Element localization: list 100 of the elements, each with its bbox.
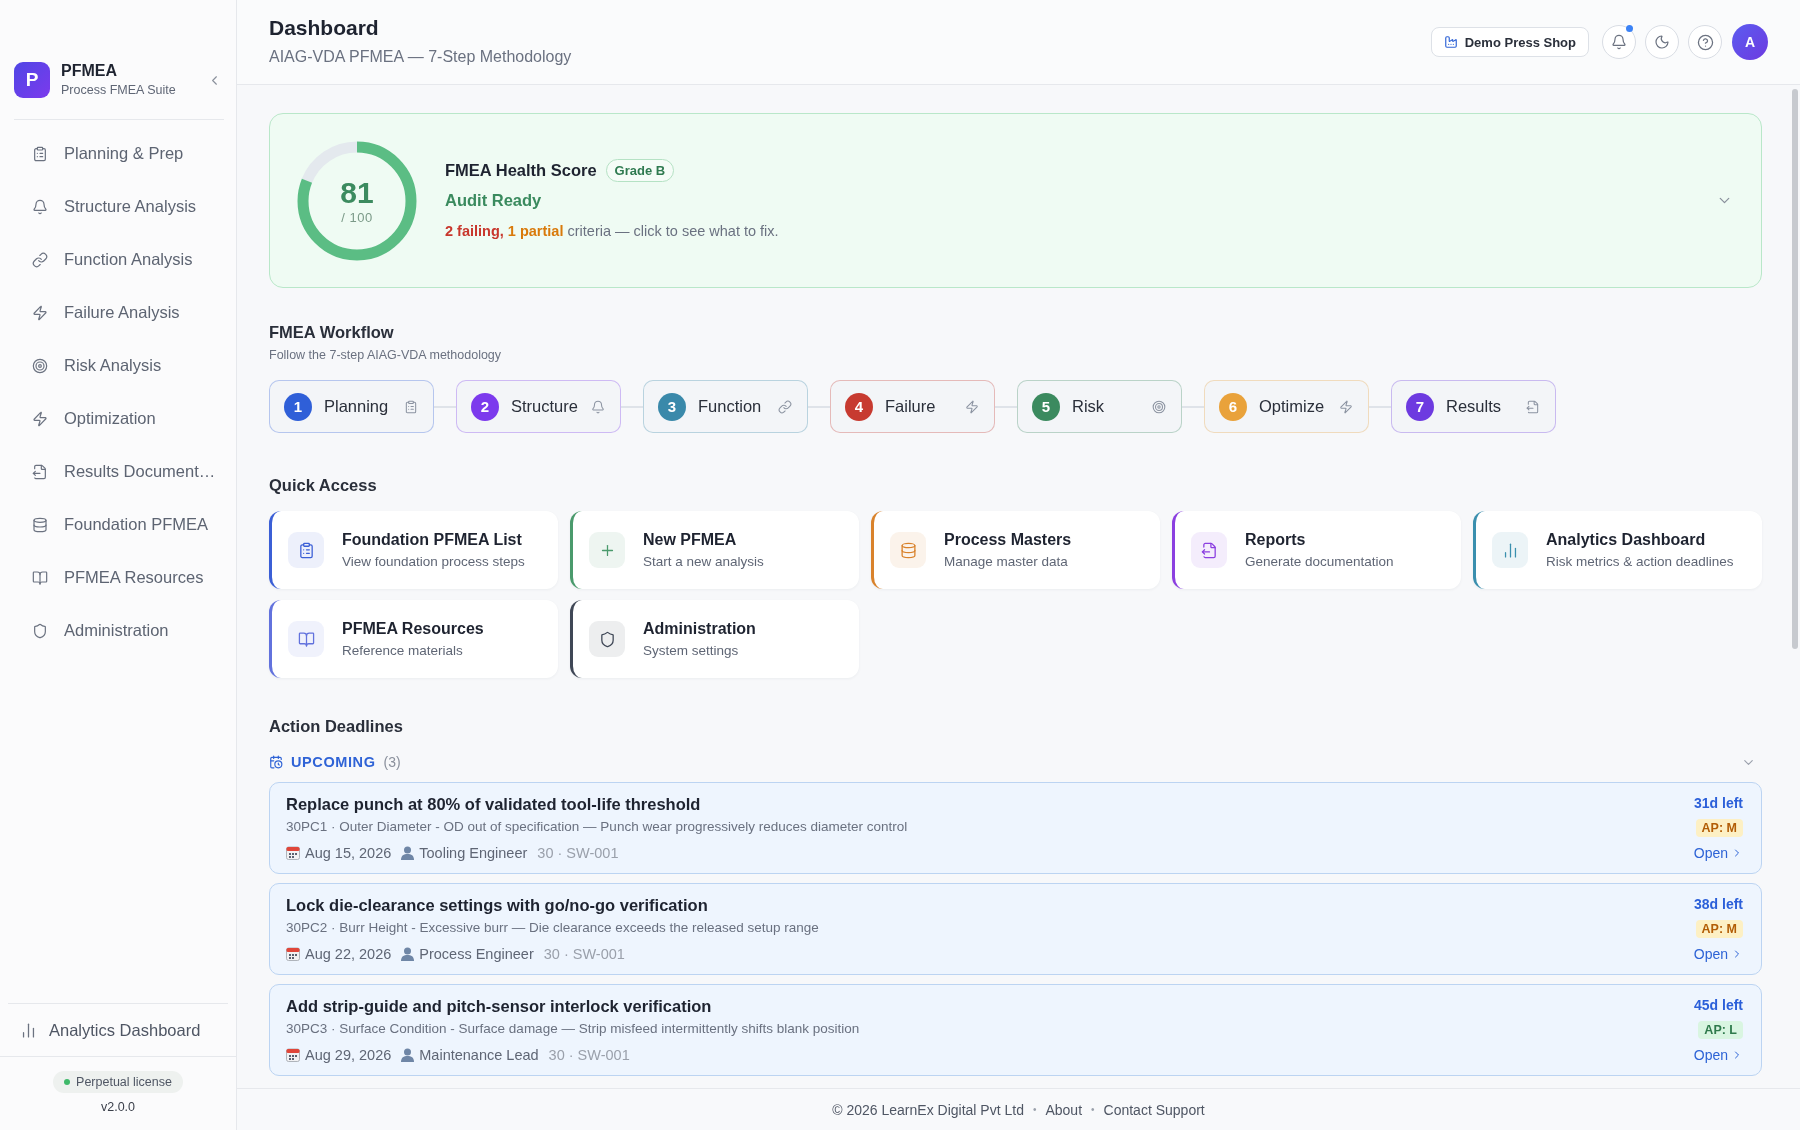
sidebar-item[interactable]: Risk Analysis <box>8 339 228 392</box>
step-number: 6 <box>1219 392 1247 421</box>
sidebar-item[interactable]: Foundation PFMEA <box>8 498 228 551</box>
sidebar-item[interactable]: PFMEA Resources <box>8 551 228 604</box>
separator: • <box>1091 1104 1095 1115</box>
reference-code: 30 · SW-001 <box>537 845 619 861</box>
theme-toggle-button[interactable] <box>1645 25 1679 59</box>
workflow-step[interactable]: 3 Function <box>643 380 808 433</box>
days-left: 45d left <box>1694 996 1743 1015</box>
quick-access-card[interactable]: Reports Generate documentation <box>1172 511 1461 589</box>
license-label: Perpetual license <box>76 1075 172 1089</box>
step-number: 7 <box>1406 392 1434 421</box>
notifications-button[interactable] <box>1602 25 1636 59</box>
bell-icon <box>32 198 48 215</box>
lightning-icon <box>32 304 48 321</box>
footer-link[interactable]: About <box>1045 1101 1083 1118</box>
due-date: Aug 22, 2026 <box>305 946 392 962</box>
sidebar-item[interactable]: Optimization <box>8 392 228 445</box>
quick-access-card[interactable]: Process Masters Manage master data <box>871 511 1160 589</box>
sidebar-item[interactable]: Function Analysis <box>8 233 228 286</box>
card-title: Foundation PFMEA List <box>342 531 523 549</box>
workflow-step[interactable]: 1 Planning <box>269 380 434 433</box>
shield-icon <box>32 622 48 639</box>
file-arrow-icon <box>32 463 48 480</box>
step-number: 3 <box>658 392 686 421</box>
sidebar-item[interactable]: Failure Analysis <box>8 286 228 339</box>
scrollbar[interactable] <box>1792 89 1798 649</box>
plant-selector-button[interactable]: Demo Press Shop <box>1430 27 1589 57</box>
clipboard-icon <box>297 541 315 559</box>
section-subtitle: Follow the 7-step AIAG-VDA methodology <box>269 347 502 364</box>
section-title: Action Deadlines <box>269 716 404 737</box>
person-icon <box>401 947 415 961</box>
sidebar-item[interactable]: Administration <box>8 604 228 657</box>
grade-pill: Grade B <box>605 159 675 182</box>
score-ring-remainder <box>301 141 358 183</box>
workflow-step[interactable]: 4 Failure <box>830 380 995 433</box>
sidebar-item[interactable]: Analytics Dashboard <box>8 1003 228 1056</box>
user-avatar[interactable]: A <box>1732 24 1768 60</box>
help-button[interactable] <box>1688 25 1722 59</box>
sidebar-item[interactable]: Structure Analysis <box>8 180 228 233</box>
card-description: View foundation process steps <box>342 554 525 569</box>
owner-name: Tooling Engineer <box>419 845 528 861</box>
link-icon <box>778 399 792 414</box>
card-title: PFMEA Resources <box>342 620 484 638</box>
action-priority-badge: AP: M <box>1695 920 1743 938</box>
workflow-step[interactable]: 7 Results <box>1391 380 1556 433</box>
step-number: 2 <box>471 392 499 421</box>
copyright-text: © 2026 LearnEx Digital Pvt Ltd <box>832 1101 1024 1118</box>
score-maximum: / 100 <box>341 209 373 226</box>
sidebar-item[interactable]: Results Document… <box>8 445 228 498</box>
open-link[interactable]: Open <box>1693 1045 1743 1065</box>
due-date: Aug 15, 2026 <box>305 845 392 861</box>
action-detail: 30PC3 · Surface Condition - Surface damage — Strip misfeed intermittently shifts blank position <box>286 1020 861 1038</box>
owner-name: Process Engineer <box>419 946 534 962</box>
app-logo: P <box>14 62 50 98</box>
days-left: 31d left <box>1694 794 1743 813</box>
book-icon <box>297 630 315 648</box>
file-arrow-icon <box>1200 541 1218 559</box>
step-number: 1 <box>284 392 312 421</box>
workflow-step[interactable]: 2 Structure <box>456 380 621 433</box>
card-title: Reports <box>1245 531 1307 549</box>
quick-access-card[interactable]: Administration System settings <box>570 600 859 678</box>
workflow-step[interactable]: 6 Optimize <box>1204 380 1369 433</box>
calendar-icon <box>286 947 300 961</box>
bell-icon <box>591 399 605 414</box>
moon-icon <box>1654 34 1670 50</box>
card-description: Reference materials <box>342 643 464 658</box>
footer-link[interactable]: Contact Support <box>1103 1101 1205 1118</box>
reference-code: 30 · SW-001 <box>543 946 625 962</box>
card-description: Manage master data <box>944 554 1069 569</box>
due-date: Aug 29, 2026 <box>305 1047 392 1063</box>
quick-access-card[interactable]: Foundation PFMEA List View foundation process steps <box>269 511 558 589</box>
quick-access-card[interactable]: New PFMEA Start a new analysis <box>570 511 859 589</box>
page-title: Dashboard <box>269 15 380 41</box>
app-name: PFMEA <box>61 61 118 80</box>
open-link[interactable]: Open <box>1693 944 1743 964</box>
sidebar-item[interactable]: Planning & Prep <box>8 127 228 180</box>
card-title: Administration <box>643 620 756 638</box>
score-value: 81 <box>340 175 374 210</box>
action-priority-badge: AP: M <box>1695 819 1743 837</box>
quick-access-card[interactable]: Analytics Dashboard Risk metrics & action deadlines <box>1473 511 1762 589</box>
workflow-step[interactable]: 5 Risk <box>1017 380 1182 433</box>
audit-status: Audit Ready <box>445 191 542 210</box>
book-icon <box>32 569 48 586</box>
action-title: Lock die-clearance settings with go/no-go verification <box>286 895 709 916</box>
action-detail: 30PC1 · Outer Diameter - OD out of specification — Punch wear progressively reduces diameter control <box>286 818 909 836</box>
bar-chart-icon <box>20 1021 37 1039</box>
bell-icon <box>1611 34 1627 50</box>
section-title: FMEA Workflow <box>269 322 394 343</box>
open-link[interactable]: Open <box>1693 843 1743 863</box>
database-icon <box>32 516 48 533</box>
card-description: Start a new analysis <box>643 554 764 569</box>
section-title: Quick Access <box>269 475 378 496</box>
shield-icon <box>598 630 616 648</box>
target-icon <box>1152 399 1166 414</box>
lightning-icon <box>32 410 48 427</box>
quick-access-card[interactable]: PFMEA Resources Reference materials <box>269 600 558 678</box>
owner-name: Maintenance Lead <box>419 1047 539 1063</box>
lightning-icon <box>1339 399 1353 414</box>
health-score-card[interactable]: 81 / 100 FMEA Health Score Grade B Audit Ready 2 failing, 1 partial criteria — click to see what to fix. <box>269 113 1762 288</box>
